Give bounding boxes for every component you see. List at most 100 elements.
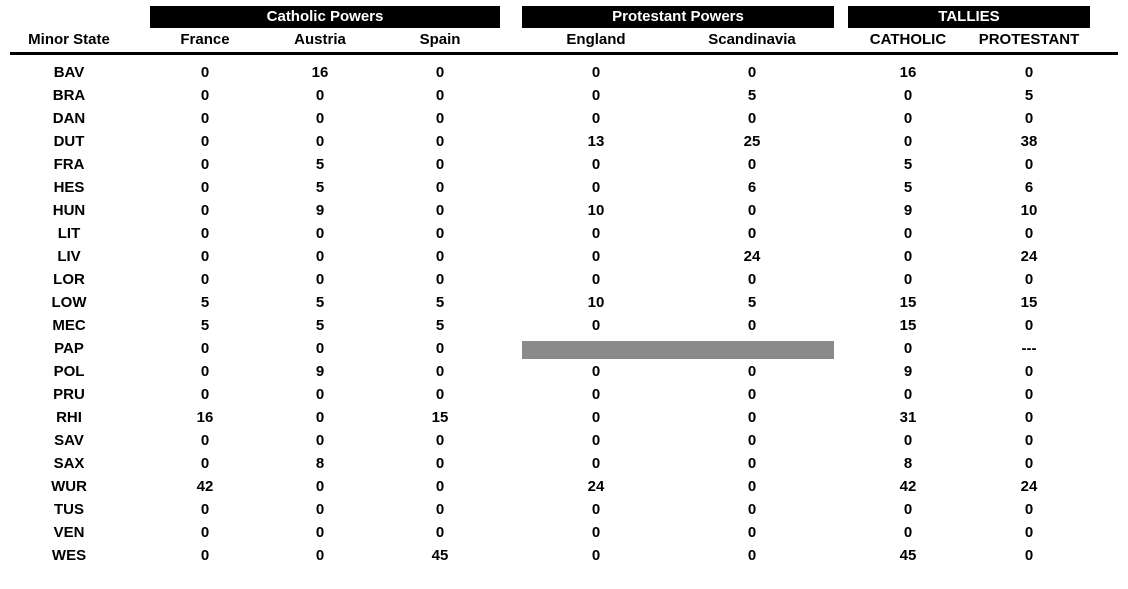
cell-tc: 15 [848,317,968,334]
table-row: SAV0000000 [10,429,1118,452]
cell-england: 0 [522,363,670,380]
cell-england: 0 [522,87,670,104]
cell-austria: 5 [260,317,380,334]
cell-spain: 5 [380,317,500,334]
cell-scandinavia: 24 [670,248,834,265]
cell-france: 0 [150,363,260,380]
cell-france: 0 [150,524,260,541]
table-row: LOW5551051515 [10,291,1118,314]
cell-england: 0 [522,248,670,265]
cell-spain: 0 [380,478,500,495]
cell-france: 0 [150,547,260,564]
cell-spain: 0 [380,179,500,196]
cell-spain: 0 [380,133,500,150]
group-protestant: Protestant Powers [522,6,834,28]
table-row: PRU0000000 [10,383,1118,406]
cell-scandinavia: 0 [670,317,834,334]
cell-state: PRU [10,386,128,403]
cell-england: 0 [522,179,670,196]
cell-austria: 0 [260,501,380,518]
cell-france: 0 [150,179,260,196]
cell-tp: 0 [968,547,1090,564]
cell-scandinavia: 5 [670,87,834,104]
cell-france: 0 [150,386,260,403]
cell-tp: 0 [968,455,1090,472]
cell-tp: 0 [968,363,1090,380]
cell-england: 0 [522,501,670,518]
table-row: VEN0000000 [10,521,1118,544]
cell-austria: 16 [260,64,380,81]
cell-france: 42 [150,478,260,495]
cell-scandinavia: 0 [670,478,834,495]
cell-spain: 0 [380,110,500,127]
cell-austria: 0 [260,340,380,357]
cell-scandinavia: 0 [670,363,834,380]
cell-scandinavia: 5 [670,294,834,311]
cell-tc: 0 [848,501,968,518]
cell-austria: 0 [260,432,380,449]
cell-scandinavia: 0 [670,202,834,219]
group-tallies: TALLIES [848,6,1090,28]
cell-england: 0 [522,64,670,81]
table-row: HES0500656 [10,176,1118,199]
cell-england: 24 [522,478,670,495]
cell-state: LOW [10,294,128,311]
cell-austria: 0 [260,547,380,564]
cell-tc: 0 [848,340,968,357]
cell-england: 13 [522,133,670,150]
cell-france: 0 [150,110,260,127]
cell-tc: 42 [848,478,968,495]
cell-spain: 0 [380,248,500,265]
cell-france: 0 [150,340,260,357]
table-row: MEC55500150 [10,314,1118,337]
cell-spain: 15 [380,409,500,426]
cell-austria: 0 [260,271,380,288]
cell-england: 0 [522,386,670,403]
cell-state: LIT [10,225,128,242]
cell-scandinavia: 0 [670,432,834,449]
cell-tc: 0 [848,133,968,150]
cell-austria: 0 [260,409,380,426]
cell-england: 10 [522,202,670,219]
col-england: England [522,31,670,48]
cell-tp: 0 [968,317,1090,334]
table-body: BAV016000160BRA0000505DAN0000000DUT00013… [10,61,1118,567]
table-row: DUT0001325038 [10,130,1118,153]
cell-france: 0 [150,87,260,104]
cell-tp: 24 [968,248,1090,265]
cell-austria: 0 [260,133,380,150]
powers-table: Catholic Powers Protestant Powers TALLIE… [10,6,1118,567]
cell-austria: 5 [260,179,380,196]
cell-france: 16 [150,409,260,426]
cell-scandinavia: 0 [670,271,834,288]
table-row: FRA0500050 [10,153,1118,176]
cell-austria: 0 [260,478,380,495]
table-row: RHI1601500310 [10,406,1118,429]
table-row: SAX0800080 [10,452,1118,475]
cell-spain: 0 [380,202,500,219]
cell-tp: 0 [968,271,1090,288]
cell-france: 5 [150,317,260,334]
cell-tp: 10 [968,202,1090,219]
cell-scandinavia: 0 [670,409,834,426]
table-row: WUR42002404224 [10,475,1118,498]
cell-tc: 8 [848,455,968,472]
cell-tp: 0 [968,110,1090,127]
cell-tp: 0 [968,64,1090,81]
cell-tc: 0 [848,386,968,403]
cell-england: 10 [522,294,670,311]
table-row: PAP0000--- [10,337,1118,360]
col-spain: Spain [380,31,500,48]
cell-austria: 8 [260,455,380,472]
cell-france: 0 [150,202,260,219]
cell-austria: 5 [260,294,380,311]
group-catholic: Catholic Powers [150,6,500,28]
cell-spain: 5 [380,294,500,311]
cell-tc: 0 [848,110,968,127]
cell-spain: 0 [380,363,500,380]
cell-tc: 0 [848,87,968,104]
cell-tp: 15 [968,294,1090,311]
table-row: POL0900090 [10,360,1118,383]
cell-state: DAN [10,110,128,127]
cell-tc: 15 [848,294,968,311]
